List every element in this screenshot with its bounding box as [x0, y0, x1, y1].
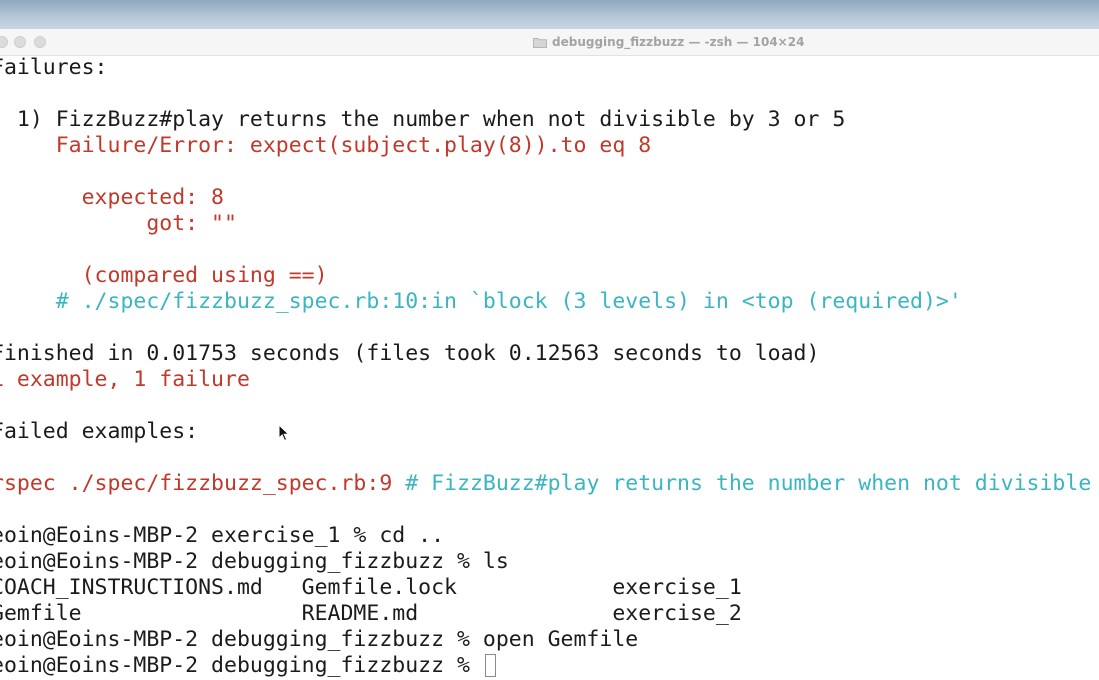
terminal-text: got: "" — [0, 211, 237, 236]
window-title-group: debugging_fizzbuzz — -zsh — 104×24 — [533, 34, 804, 50]
terminal-text: eoin@Eoins-MBP-2 exercise_1 % cd .. — [0, 523, 445, 548]
terminal-text: expected: 8 — [0, 185, 224, 210]
terminal-text: eoin@Eoins-MBP-2 debugging_fizzbuzz % op… — [0, 627, 639, 652]
terminal-line: eoin@Eoins-MBP-2 debugging_fizzbuzz % op… — [0, 627, 1099, 653]
terminal-text: 1 example, 1 failure — [0, 367, 250, 392]
terminal-line: (compared using ==) — [0, 263, 1099, 289]
window-title: debugging_fizzbuzz — -zsh — 104×24 — [552, 35, 805, 49]
terminal-text: eoin@Eoins-MBP-2 debugging_fizzbuzz % — [0, 653, 483, 678]
close-button[interactable] — [0, 36, 8, 48]
folder-icon — [533, 37, 547, 48]
text-cursor — [484, 654, 496, 677]
terminal-line: Failures: — [0, 55, 1099, 81]
title-bar[interactable]: debugging_fizzbuzz — -zsh — 104×24 — [0, 29, 1099, 56]
terminal-line: expected: 8 — [0, 185, 1099, 211]
minimize-button[interactable] — [14, 36, 26, 48]
terminal-line: COACH_INSTRUCTIONS.md Gemfile.lock exerc… — [0, 575, 1099, 601]
terminal-text: # ./spec/fizzbuzz_spec.rb:10:in `block (… — [0, 289, 962, 314]
terminal-text: COACH_INSTRUCTIONS.md Gemfile.lock exerc… — [0, 575, 742, 600]
mouse-pointer-icon — [278, 424, 290, 442]
terminal-line: Failure/Error: expect(subject.play(8)).t… — [0, 133, 1099, 159]
terminal-text: (compared using ==) — [0, 263, 328, 288]
terminal-text: Failure/Error: expect(subject.play(8)).t… — [0, 133, 652, 158]
terminal-line: Finished in 0.01753 seconds (files took … — [0, 341, 1099, 367]
terminal-line: eoin@Eoins-MBP-2 debugging_fizzbuzz % ls — [0, 549, 1099, 575]
terminal-line: 1) FizzBuzz#play returns the number when… — [0, 107, 1099, 133]
terminal-text: 1) FizzBuzz#play returns the number when… — [0, 107, 846, 132]
terminal-text: rspec ./spec/fizzbuzz_spec.rb:9 — [0, 471, 393, 496]
desktop-background — [0, 0, 1099, 29]
terminal-text: Finished in 0.01753 seconds (files took … — [0, 341, 820, 366]
terminal-text: Failures: — [0, 55, 108, 80]
terminal-output[interactable]: Failures: 1) FizzBuzz#play returns the n… — [0, 55, 1099, 679]
terminal-line: got: "" — [0, 211, 1099, 237]
terminal-line: rspec ./spec/fizzbuzz_spec.rb:9 # FizzBu… — [0, 471, 1099, 497]
zoom-button[interactable] — [34, 36, 46, 48]
terminal-text: Gemfile README.md exercise_2 — [0, 601, 742, 626]
terminal-line: 1 example, 1 failure — [0, 367, 1099, 393]
terminal-line: eoin@Eoins-MBP-2 exercise_1 % cd .. — [0, 523, 1099, 549]
terminal-line: Gemfile README.md exercise_2 — [0, 601, 1099, 627]
terminal-text: Failed examples: — [0, 419, 199, 444]
terminal-text: # FizzBuzz#play returns the number when … — [405, 471, 1092, 496]
terminal-line: eoin@Eoins-MBP-2 debugging_fizzbuzz % — [0, 653, 1099, 679]
terminal-line: # ./spec/fizzbuzz_spec.rb:10:in `block (… — [0, 289, 1099, 315]
terminal-text: eoin@Eoins-MBP-2 debugging_fizzbuzz % ls — [0, 549, 509, 574]
terminal-window[interactable]: debugging_fizzbuzz — -zsh — 104×24 Failu… — [0, 29, 1099, 680]
terminal-line: Failed examples: — [0, 419, 1099, 445]
